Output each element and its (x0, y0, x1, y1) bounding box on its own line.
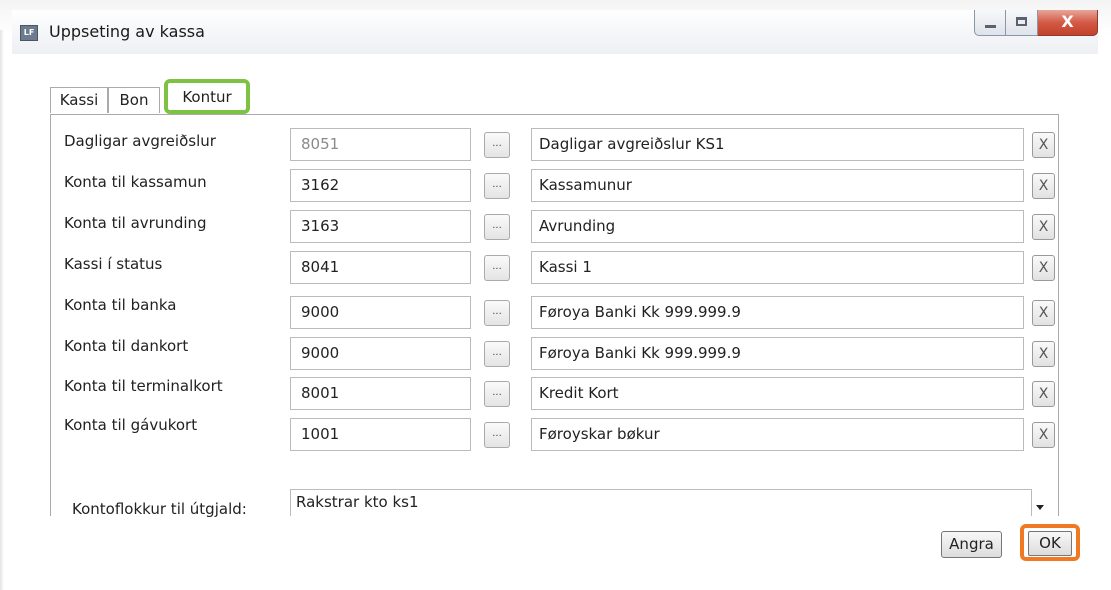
account-label: Konta til kassamun (64, 173, 207, 191)
clear-button[interactable]: X (1032, 300, 1055, 326)
account-label: Dagligar avgreiðslur (64, 132, 216, 150)
account-number-input[interactable]: 8041 (290, 251, 471, 284)
tab-bon[interactable]: Bon (108, 87, 160, 113)
browse-button[interactable]: ... (484, 300, 510, 326)
window-title: Uppseting av kassa (49, 22, 205, 41)
cancel-button[interactable]: Angra (941, 531, 1002, 558)
window-controls: X (974, 10, 1098, 38)
minimize-button[interactable] (974, 10, 1006, 36)
tab-kontur[interactable]: Kontur (164, 79, 250, 114)
account-row-gavukort: Konta til gávukort 1001 ... Føroyskar bø… (51, 416, 1060, 454)
account-number-input[interactable]: 1001 (290, 418, 471, 451)
app-logo-icon: LF (20, 25, 38, 41)
browse-button[interactable]: ... (484, 173, 510, 199)
account-row-avrunding: Konta til avrunding 3163 ... Avrunding X (51, 210, 1060, 246)
account-label: Konta til gávukort (64, 416, 198, 434)
clear-button[interactable]: X (1032, 422, 1055, 448)
account-row-terminalkort: Konta til terminalkort 8001 ... Kredit K… (51, 377, 1060, 413)
maximize-icon (1016, 17, 1027, 26)
account-name-field[interactable]: Føroyskar bøkur (531, 418, 1024, 451)
account-row-kassamun: Konta til kassamun 3162 ... Kassamunur X (51, 169, 1060, 205)
kontoflokkur-select[interactable]: Rakstrar kto ks1 (290, 489, 1032, 516)
account-label: Konta til banka (64, 296, 177, 314)
account-name-field[interactable]: Avrunding (531, 210, 1024, 243)
account-name-field[interactable]: Føroya Banki Kk 999.999.9 (531, 296, 1024, 329)
account-number-input[interactable]: 9000 (290, 296, 471, 329)
tab-kassi[interactable]: Kassi (50, 87, 108, 113)
title-bar[interactable]: LF Uppseting av kassa X (12, 10, 1098, 54)
account-row-kassi-status: Kassi í status 8041 ... Kassi 1 X (51, 251, 1060, 287)
chevron-down-icon[interactable] (1036, 505, 1044, 510)
close-button[interactable]: X (1038, 10, 1098, 36)
account-row-dagligar: Dagligar avgreiðslur 8051 ... Dagligar a… (51, 128, 1060, 164)
clear-button[interactable]: X (1032, 255, 1055, 281)
account-number-input[interactable]: 9000 (290, 337, 471, 370)
browse-button[interactable]: ... (484, 341, 510, 367)
minimize-icon (985, 25, 996, 28)
account-row-banka: Konta til banka 9000 ... Føroya Banki Kk… (51, 296, 1060, 332)
account-number-input[interactable]: 8001 (290, 377, 471, 410)
left-edge-shadow (0, 30, 4, 590)
clear-button[interactable]: X (1032, 341, 1055, 367)
maximize-button[interactable] (1006, 10, 1038, 36)
account-number-input[interactable]: 3162 (290, 169, 471, 202)
account-name-field[interactable]: Føroya Banki Kk 999.999.9 (531, 337, 1024, 370)
account-label: Konta til avrunding (64, 214, 207, 232)
browse-button[interactable]: ... (484, 255, 510, 281)
close-icon: X (1061, 12, 1074, 31)
kontoflokkur-label: Kontoflokkur til útgjald: (72, 500, 247, 518)
account-number-input[interactable]: 8051 (290, 128, 471, 161)
account-label: Konta til terminalkort (64, 377, 223, 395)
account-name-field[interactable]: Kredit Kort (531, 377, 1024, 410)
browse-button[interactable]: ... (484, 422, 510, 448)
clear-button[interactable]: X (1032, 214, 1055, 240)
account-name-field[interactable]: Kassi 1 (531, 251, 1024, 284)
account-label: Kassi í status (64, 255, 163, 273)
clear-button[interactable]: X (1032, 381, 1055, 407)
browse-button[interactable]: ... (484, 381, 510, 407)
ok-button[interactable]: OK (1028, 531, 1072, 556)
account-name-field[interactable]: Dagligar avgreiðslur KS1 (531, 128, 1024, 161)
account-row-dankort: Konta til dankort 9000 ... Føroya Banki … (51, 337, 1060, 373)
ok-highlight: OK (1020, 524, 1080, 561)
clear-button[interactable]: X (1032, 132, 1055, 158)
browse-button[interactable]: ... (484, 214, 510, 240)
account-label: Konta til dankort (64, 337, 189, 355)
account-number-input[interactable]: 3163 (290, 210, 471, 243)
kontur-panel: Dagligar avgreiðslur 8051 ... Dagligar a… (50, 114, 1059, 516)
account-name-field[interactable]: Kassamunur (531, 169, 1024, 202)
browse-button[interactable]: ... (484, 132, 510, 158)
clear-button[interactable]: X (1032, 173, 1055, 199)
